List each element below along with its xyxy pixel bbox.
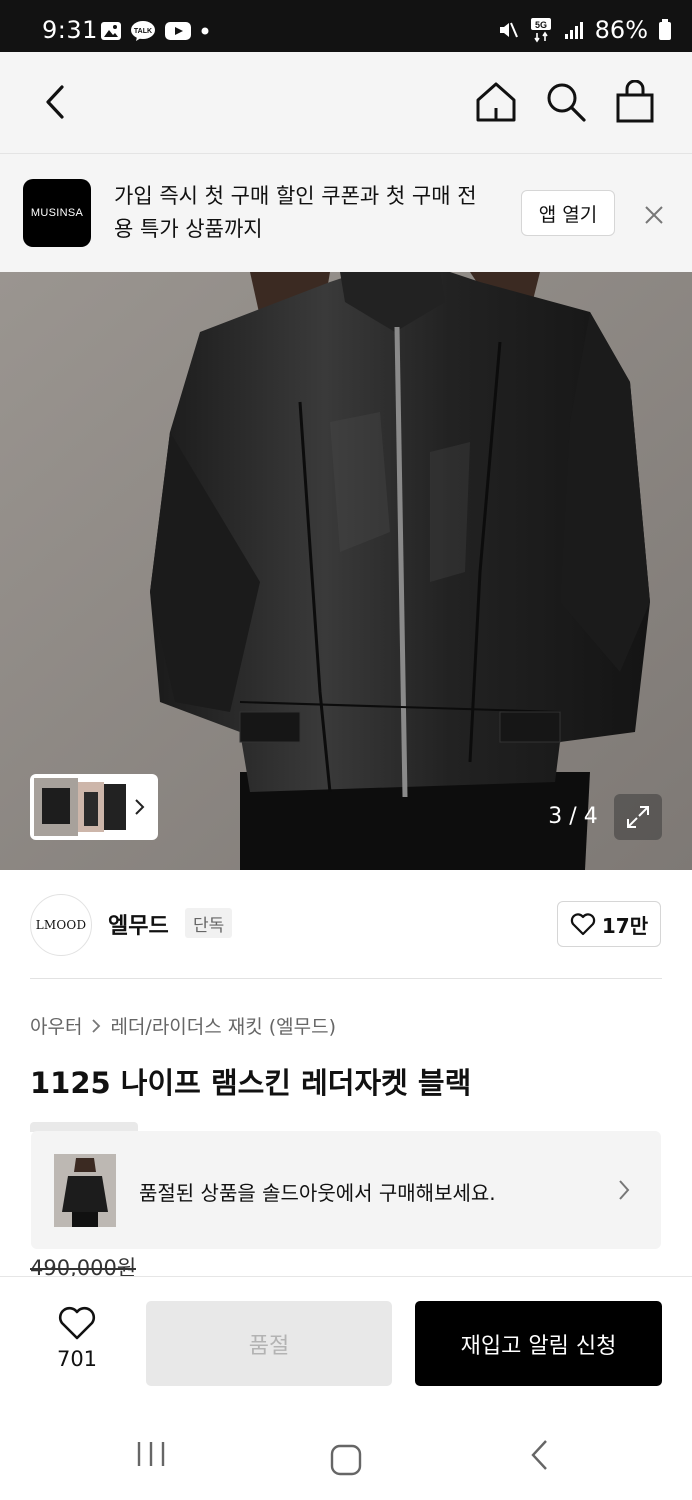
- status-time: 9:31: [42, 16, 98, 44]
- home-button-icon[interactable]: [330, 1444, 362, 1476]
- divider: [30, 978, 662, 979]
- battery-icon: [659, 19, 671, 40]
- product-image-gallery[interactable]: 3 / 4: [0, 272, 692, 870]
- brand-row: LMOOD 엘무드 단독 17만: [0, 870, 692, 980]
- close-icon[interactable]: [643, 204, 665, 226]
- open-app-button[interactable]: 앱 열기: [521, 190, 615, 236]
- gallery-thumbnail-strip[interactable]: [30, 774, 158, 840]
- brand-like-count: 17만: [601, 913, 649, 938]
- gallery-counter: 3 / 4: [548, 803, 598, 829]
- musinsa-logo: MUSINSA: [23, 179, 91, 247]
- system-back-icon[interactable]: [528, 1438, 552, 1472]
- top-nav: [0, 52, 692, 154]
- battery-percent: 86%: [594, 16, 648, 44]
- status-bar: 9:31 TALK 5G 86%: [0, 0, 692, 52]
- original-price: 490,000원: [30, 1256, 137, 1276]
- kakaotalk-icon: TALK: [131, 21, 155, 41]
- app-open-banner: MUSINSA 가입 즉시 첫 구매 할인 쿠폰과 첫 구매 전용 특가 상품까…: [0, 154, 692, 272]
- fullscreen-button[interactable]: [614, 794, 662, 840]
- thumbnail-images: [34, 778, 145, 836]
- soldout-button: 품절: [146, 1301, 392, 1386]
- home-icon[interactable]: [474, 80, 518, 124]
- wish-button[interactable]: 701: [50, 1305, 104, 1371]
- brand-name[interactable]: 엘무드: [108, 908, 169, 940]
- breadcrumb-category[interactable]: 아우터: [30, 1012, 82, 1039]
- thumbnail-image: [54, 1154, 116, 1227]
- svg-text:TALK: TALK: [134, 28, 152, 35]
- status-right: 5G 86%: [497, 16, 672, 44]
- bottom-action-bar: 701 품절 재입고 알림 신청: [0, 1276, 692, 1406]
- notification-icons: TALK: [100, 20, 210, 42]
- breadcrumb: 아우터 레더/라이더스 재킷 (엘무드): [30, 1012, 336, 1039]
- dot-icon: [201, 27, 209, 35]
- network-5g-icon: 5G: [530, 18, 551, 43]
- youtube-icon: [165, 22, 191, 40]
- gallery-icon: [101, 22, 121, 40]
- product-title: 1125 나이프 램스킨 레더자켓 블랙: [30, 1066, 472, 1100]
- search-icon[interactable]: [544, 80, 588, 124]
- soldout-link-card[interactable]: 품절된 상품을 솔드아웃에서 구매해보세요.: [31, 1131, 661, 1249]
- restock-alert-button[interactable]: 재입고 알림 신청: [415, 1301, 662, 1386]
- brand-like-button[interactable]: 17만: [557, 901, 661, 947]
- signal-icon: [564, 22, 583, 39]
- wish-count: 701: [56, 1347, 98, 1371]
- expand-icon: [627, 806, 649, 828]
- brand-logo[interactable]: LMOOD: [30, 894, 92, 956]
- exclusive-badge: 단독: [185, 908, 233, 938]
- bag-icon[interactable]: [614, 80, 656, 124]
- soldout-message: 품절된 상품을 솔드아웃에서 구매해보세요.: [139, 1181, 496, 1205]
- soldout-thumbnail: [54, 1154, 116, 1227]
- mute-icon: [499, 22, 518, 38]
- chevron-right-icon: [619, 1180, 630, 1200]
- heart-icon: [58, 1306, 96, 1340]
- system-navigation-bar: [0, 1406, 692, 1500]
- banner-text: 가입 즉시 첫 구매 할인 쿠폰과 첫 구매 전용 특가 상품까지: [114, 184, 477, 241]
- svg-text:5G: 5G: [535, 20, 547, 30]
- chevron-right-icon: [92, 1018, 101, 1033]
- breadcrumb-subcategory[interactable]: 레더/라이더스 재킷 (엘무드): [110, 1012, 336, 1039]
- heart-icon: [570, 913, 596, 936]
- back-icon[interactable]: [36, 82, 76, 122]
- recent-apps-icon[interactable]: [135, 1440, 167, 1468]
